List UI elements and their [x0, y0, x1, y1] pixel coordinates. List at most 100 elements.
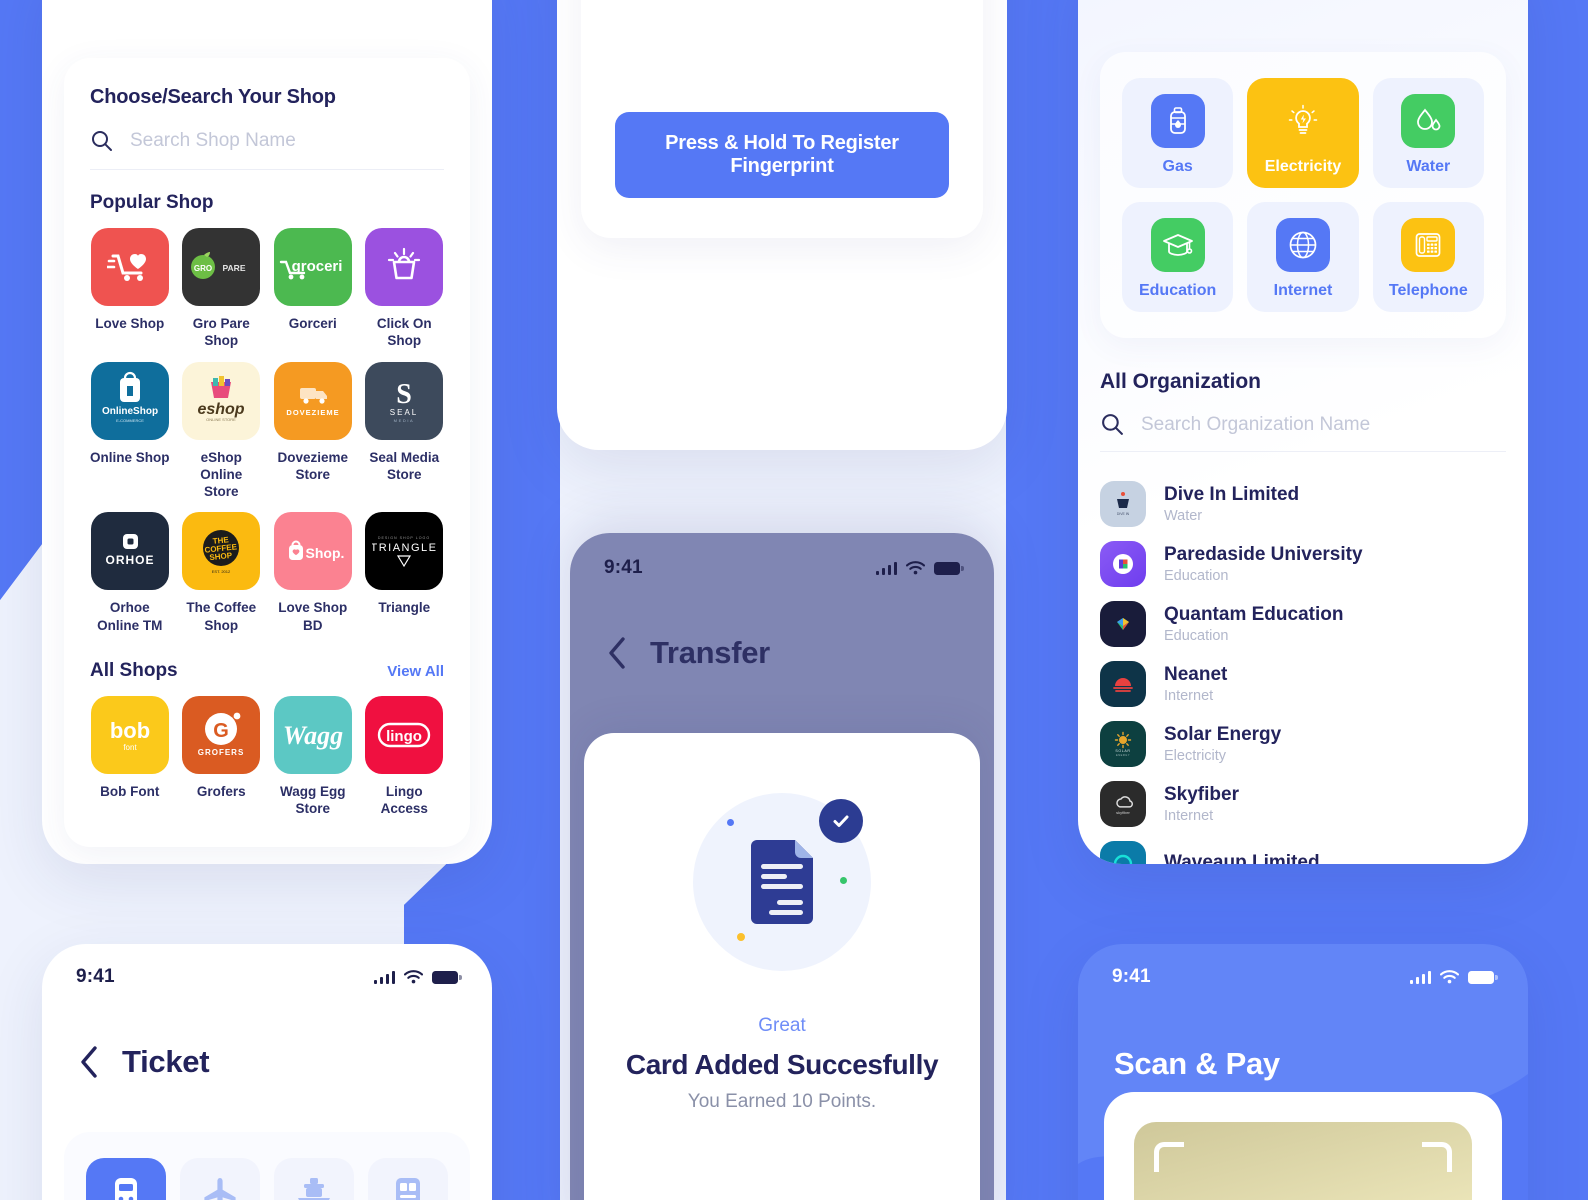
shop-tile-item[interactable]: Wagg Wagg Egg Store	[273, 695, 353, 818]
svg-text:bob: bob	[110, 718, 150, 743]
shop-search-input[interactable]	[130, 130, 444, 152]
ticket-mode-train[interactable]	[86, 1158, 166, 1200]
eshop-logo: eshop ONLINE STORE	[182, 361, 261, 440]
organization-row[interactable]: skyfiber Skyfiber Internet	[1100, 774, 1506, 834]
back-icon[interactable]	[606, 636, 628, 670]
svg-text:DOVEZIEME: DOVEZIEME	[286, 408, 339, 417]
organization-category: Electricity	[1164, 747, 1227, 764]
view-all-link[interactable]: View All	[387, 663, 444, 680]
shop-name: Bob Font	[100, 783, 160, 799]
scanpay-screen: 9:41 Scan & Pay BHARATQR	[1078, 944, 1528, 1200]
all-organization-heading: All Organization	[1100, 370, 1262, 393]
shop-tile-item[interactable]: eshop ONLINE STORE eShop Online Store	[182, 361, 262, 501]
bill-category-gas[interactable]: Gas	[1122, 78, 1234, 188]
bill-category-label: Water	[1406, 158, 1451, 175]
shop-tile-item[interactable]: DESIGN SHOP LOGO TRIANGLE Triangle	[365, 512, 445, 634]
paredaside-logo	[1100, 541, 1146, 587]
train-icon	[115, 1178, 137, 1200]
bus-icon	[396, 1178, 420, 1200]
back-icon[interactable]	[78, 1045, 100, 1079]
organization-category: Internet	[1164, 687, 1214, 704]
shop-chooser-card: Choose/Search Your Shop Popular Shop Lov…	[64, 58, 470, 848]
scan-corner-top-right	[1422, 1142, 1452, 1172]
shop-tile-item[interactable]: OnlineShop E-COMMERCE Online Shop	[90, 361, 170, 501]
organization-row[interactable]: Quantam Education Education	[1100, 594, 1506, 654]
billpay-screen: Bill Pay Gas Electricity Water	[1078, 0, 1528, 864]
organization-row[interactable]: SOLAR ENERGY Solar Energy Electricity	[1100, 714, 1506, 774]
bill-category-internet[interactable]: Internet	[1247, 202, 1359, 312]
organization-row[interactable]: Paredaside University Education	[1100, 534, 1506, 594]
svg-text:GROFERS: GROFERS	[198, 748, 245, 757]
all-shops-grid: bob font Bob Font G GROFERS Grofers Wagg W…	[90, 695, 445, 818]
svg-text:lingo: lingo	[386, 728, 422, 745]
seal-media-logo: S SEAL MEDIA	[365, 361, 444, 440]
svg-text:font: font	[123, 743, 137, 752]
organization-row[interactable]: DIVE IN Dive In Limited Water	[1100, 474, 1506, 534]
shop-tile-item[interactable]: DOVEZIEME Dovezieme Store	[273, 361, 353, 501]
telephone-icon	[1401, 218, 1456, 272]
scanner-viewfinder[interactable]: BHARATQR	[1134, 1122, 1472, 1200]
shop-name: eShop Online Store	[200, 449, 243, 500]
wifi-icon	[906, 561, 925, 575]
shop-tile-item[interactable]: THE COFFEE SHOP EST. 2012 The Coffee Shop	[182, 512, 262, 634]
organization-name: Solar Energy	[1164, 724, 1282, 746]
shop-tile-item[interactable]: Shop. Love Shop BD	[273, 512, 353, 634]
dive-in-logo: DIVE IN	[1100, 481, 1146, 527]
shop-tile-item[interactable]: S SEAL MEDIA Seal Media Store	[365, 361, 445, 501]
organization-row[interactable]: Waveaup Limited	[1100, 834, 1506, 864]
popular-shop-grid: Love Shop GRO PARE Gro Pare Shop groceri …	[90, 228, 444, 634]
gro-pare-logo: GRO PARE	[182, 228, 261, 306]
success-title: Card Added Succesfully	[625, 1049, 939, 1080]
shop-name: Click On Shop	[376, 316, 432, 349]
bill-category-water[interactable]: Water	[1372, 78, 1484, 188]
svg-text:PARE: PARE	[223, 263, 246, 273]
triangle-logo: DESIGN SHOP LOGO TRIANGLE	[365, 512, 444, 591]
page-title: Scan & Pay	[1114, 1046, 1280, 1081]
popular-shop-label: Popular Shop	[90, 192, 214, 213]
bill-category-electricity[interactable]: Electricity	[1247, 78, 1359, 188]
ticket-screen: 9:41 Ticket	[42, 944, 492, 1200]
svg-text:DIVE IN: DIVE IN	[1117, 512, 1130, 516]
shop-tile-item[interactable]: G GROFERS Grofers	[182, 695, 262, 818]
organization-search-row[interactable]	[1100, 412, 1506, 452]
shop-tile-item[interactable]: groceri Gorceri	[273, 228, 353, 350]
organization-search-input[interactable]	[1141, 413, 1506, 436]
scanner-card: BHARATQR	[1104, 1092, 1502, 1200]
check-badge-icon	[819, 799, 863, 843]
ticket-header: Ticket	[42, 1044, 492, 1080]
shop-tile-item[interactable]: Click On Shop	[365, 228, 445, 350]
bill-category-telephone[interactable]: Telephone	[1372, 202, 1484, 312]
all-shops-row: All Shops View All	[90, 660, 444, 682]
ticket-mode-airplane[interactable]	[180, 1158, 260, 1200]
svg-text:SEAL: SEAL	[390, 408, 418, 417]
shop-name: Dovezieme Store	[277, 449, 349, 482]
shop-tile-item[interactable]: Love Shop	[90, 228, 170, 350]
register-fingerprint-button[interactable]: Press & Hold To Register Fingerprint	[615, 112, 949, 198]
shop-tile-item[interactable]: lingo Lingo Access	[365, 695, 445, 818]
bill-category-education[interactable]: Education	[1122, 202, 1234, 312]
ticket-mode-bus[interactable]	[368, 1158, 448, 1200]
quantam-logo	[1100, 601, 1146, 647]
svg-text:Shop.: Shop.	[305, 545, 344, 561]
organization-row[interactable]: Neanet Internet	[1100, 654, 1506, 714]
page-title: Transfer	[650, 635, 770, 670]
decor-dot-yellow	[737, 933, 745, 941]
shop-tile-item[interactable]: GRO PARE Gro Pare Shop	[182, 228, 262, 350]
wagg-logo: Wagg	[273, 695, 352, 774]
shop-tile-item[interactable]: ORHOE Orhoe Online TM	[90, 512, 170, 634]
bill-category-label: Gas	[1162, 158, 1193, 175]
skyfiber-logo: skyfiber	[1100, 781, 1146, 827]
shop-name: Love Shop BD	[278, 600, 348, 633]
bulb-icon	[1276, 94, 1330, 148]
graduation-icon	[1150, 218, 1205, 272]
waveaup-logo	[1100, 841, 1146, 864]
card-added-success-sheet: Great Card Added Succesfully You Earned …	[584, 733, 980, 1200]
ticket-mode-ship[interactable]	[274, 1158, 354, 1200]
shop-search-row[interactable]	[90, 129, 444, 170]
svg-text:S: S	[396, 379, 412, 410]
shop-name: Wagg Egg Store	[280, 783, 346, 817]
organization-category: Internet	[1164, 807, 1214, 824]
svg-text:GRO: GRO	[194, 264, 212, 273]
status-bar: 9:41	[570, 547, 994, 589]
shop-tile-item[interactable]: bob font Bob Font	[90, 695, 170, 818]
